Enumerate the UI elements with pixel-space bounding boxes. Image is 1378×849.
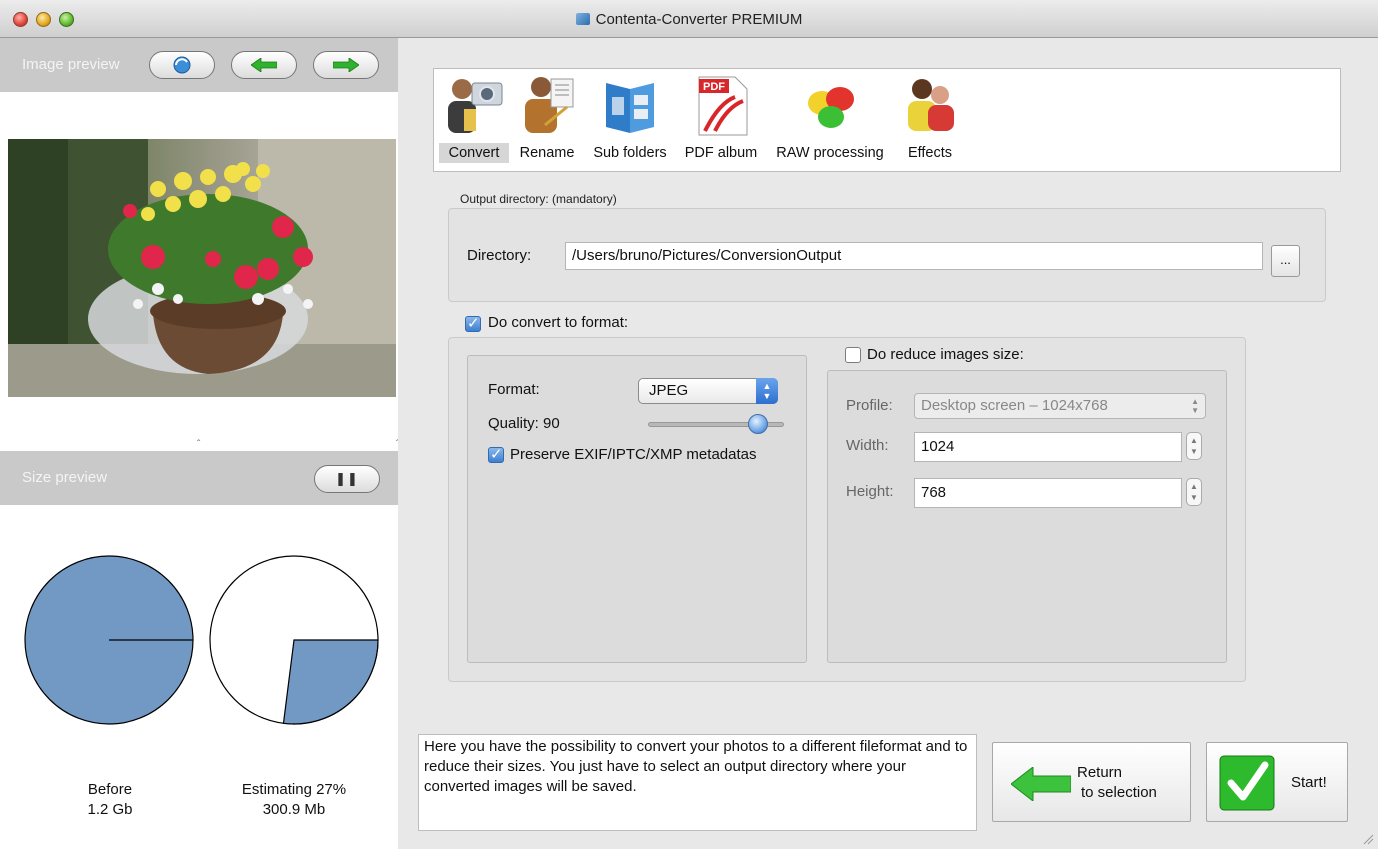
height-stepper[interactable]: ▲ ▼ [1186, 478, 1202, 506]
image-preview-header: Image preview [0, 38, 398, 92]
size-pie-charts [24, 555, 379, 725]
format-label: Format: [488, 381, 540, 398]
tool-raw-processing[interactable]: RAW processing [767, 73, 893, 163]
preserve-metadata-checkbox[interactable] [488, 445, 504, 463]
pause-icon: ❚❚ [335, 471, 359, 486]
width-label: Width: [846, 437, 889, 454]
tool-effects[interactable]: Effects [895, 73, 965, 163]
before-size: 1.2 Gb [87, 801, 133, 818]
quality-label: Quality: 90 [488, 415, 560, 432]
previous-image-button[interactable] [231, 51, 297, 79]
tool-sub-folders[interactable]: Sub folders [584, 73, 676, 163]
window-title-wrap: Contenta-Converter PREMIUM [0, 11, 1378, 28]
format-select-value: JPEG [649, 382, 689, 399]
tool-convert-label: Convert [439, 143, 509, 163]
profile-label: Profile: [846, 397, 893, 414]
image-preview-label: Image preview [22, 56, 120, 73]
book-folders-icon [598, 73, 662, 137]
do-reduce-label: Do reduce images size: [867, 346, 1024, 363]
width-field[interactable]: 1024 [914, 432, 1182, 462]
return-label-line1: Return [1077, 764, 1123, 781]
left-pane: Image preview ˆ ˆ Size preview ❚❚ Before… [0, 38, 398, 849]
info-text-box: Here you have the possibility to convert… [418, 734, 977, 831]
reduce-panel: Profile: Desktop screen – 1024x768 ▲ ▼ Wi… [827, 370, 1227, 663]
refresh-preview-button[interactable] [149, 51, 215, 79]
height-label: Height: [846, 483, 894, 500]
do-convert-checkbox[interactable] [465, 314, 481, 332]
directory-label: Directory: [467, 247, 532, 264]
quality-slider-knob[interactable] [748, 414, 768, 434]
image-preview-photo [8, 139, 396, 397]
tool-rename-label: Rename [519, 145, 575, 161]
select-arrows-icon: ▲ ▼ [756, 378, 778, 404]
camera-person-icon [442, 73, 506, 137]
do-reduce-checkbox[interactable] [845, 347, 861, 363]
app-icon [575, 13, 590, 25]
size-preview-label: Size preview [22, 469, 108, 486]
arrow-right-icon [333, 58, 359, 72]
height-field[interactable]: 768 [914, 478, 1182, 508]
format-select[interactable]: JPEG ▲ ▼ [638, 378, 778, 404]
width-stepper[interactable]: ▲ ▼ [1186, 432, 1202, 460]
svg-text:ˆ: ˆ [197, 438, 201, 448]
checkmark-icon [1219, 755, 1275, 811]
color-balls-icon [798, 73, 862, 137]
tool-effects-label: Effects [907, 145, 953, 161]
output-directory-caption: Output directory: (mandatory) [460, 192, 617, 206]
arrow-left-icon [1011, 767, 1071, 801]
size-preview-header: Size preview ❚❚ [0, 451, 398, 505]
pdf-badge-text: PDF [703, 81, 725, 93]
before-caption-block: Before 1.2 Gb [60, 780, 160, 820]
tool-pdf-album[interactable]: PDF PDF album [678, 73, 764, 163]
return-to-selection-button[interactable]: Return to selection [992, 742, 1191, 822]
convert-options-group: Format: JPEG ▲▼ Quality: 90 Preserve EXI… [448, 337, 1246, 682]
flower-pot-photo [8, 139, 396, 397]
after-size: 300.9 Mb [262, 801, 326, 818]
profile-select-value: Desktop screen – 1024x768 [921, 397, 1108, 414]
pane-split-handle[interactable]: ˆ ˆ [0, 438, 398, 448]
after-caption: Estimating 27% [241, 781, 347, 798]
person-writing-icon [515, 73, 579, 137]
resize-grip-icon[interactable] [1362, 833, 1374, 845]
pie-after-slice [282, 639, 379, 725]
start-button[interactable]: Start! [1206, 742, 1348, 822]
format-panel: Format: JPEG ▲▼ Quality: 90 Preserve EXI… [467, 355, 807, 663]
tool-rename[interactable]: Rename [512, 73, 582, 163]
tool-pdf-album-label: PDF album [684, 145, 758, 161]
tool-raw-processing-label: RAW processing [776, 145, 884, 161]
pdf-icon: PDF [689, 73, 753, 137]
pause-preview-button[interactable]: ❚❚ [314, 465, 380, 493]
after-caption-block: Estimating 27% 300.9 Mb [214, 780, 374, 820]
window-title: Contenta-Converter PREMIUM [595, 11, 803, 28]
arrow-left-icon [251, 58, 277, 72]
tool-convert[interactable]: Convert [439, 73, 509, 163]
pie-after [209, 555, 379, 725]
profile-select[interactable]: Desktop screen – 1024x768 ▲ ▼ [914, 393, 1206, 419]
select-stepper-icon: ▲ ▼ [1191, 397, 1199, 415]
people-effects-icon [898, 73, 962, 137]
do-convert-label: Do convert to format: [488, 314, 629, 331]
tool-sub-folders-label: Sub folders [593, 145, 667, 161]
refresh-icon [173, 56, 191, 74]
return-label-line2: to selection [1081, 784, 1157, 801]
right-pane: Convert Rename Sub folders PDF PDF album… [398, 38, 1378, 849]
browse-directory-button[interactable]: ... [1271, 245, 1300, 277]
next-image-button[interactable] [313, 51, 379, 79]
before-caption: Before [87, 781, 133, 798]
directory-field[interactable]: /Users/bruno/Pictures/ConversionOutput [565, 242, 1263, 270]
title-bar: Contenta-Converter PREMIUM [0, 0, 1378, 38]
start-label: Start! [1291, 774, 1327, 791]
output-directory-group: Directory: /Users/bruno/Pictures/Convers… [448, 208, 1326, 302]
preserve-metadata-label: Preserve EXIF/IPTC/XMP metadatas [510, 446, 757, 463]
pie-before [24, 555, 194, 725]
mode-toolbar: Convert Rename Sub folders PDF PDF album… [433, 68, 1341, 172]
